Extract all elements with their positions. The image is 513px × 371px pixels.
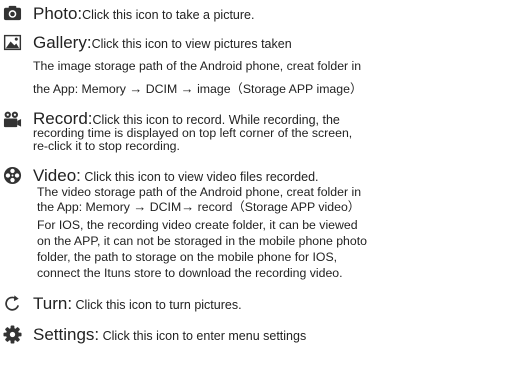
video-camera-icon [3, 110, 22, 129]
video-path-line: the App: Memory → DCIM→ record（Storage A… [37, 199, 361, 215]
arrow-icon: → [129, 81, 143, 96]
gallery-path-prefix: the App: Memory [33, 82, 126, 96]
video-detail-line: For IOS, the recording video create fold… [37, 218, 358, 232]
video-path-record: record（Storage APP video） [197, 200, 361, 214]
gallery-heading: Gallery:Click this icon to view pictures… [33, 34, 292, 53]
settings-heading: Settings: Click this icon to enter menu … [33, 326, 306, 345]
film-reel-icon [3, 166, 22, 185]
arrow-icon: → [180, 81, 194, 96]
video-detail-line: connect the Ituns store to download the … [37, 266, 343, 280]
turn-title: Turn: [33, 294, 73, 313]
record-detail-line: re-click it to stop recording. [33, 139, 180, 153]
gallery-path-image: image（Storage APP image） [197, 82, 363, 96]
arrow-icon: → [181, 199, 195, 214]
video-heading: Video: Click this icon to view video fil… [33, 167, 319, 186]
video-path-prefix: the App: Memory [37, 200, 130, 214]
gallery-path-dcim: DCIM [145, 82, 178, 96]
record-description: Click this icon to record. While recordi… [92, 113, 340, 127]
image-icon [3, 33, 22, 52]
photo-heading: Photo:Click this icon to take a picture. [33, 5, 254, 24]
video-path-dcim: DCIM [149, 200, 182, 214]
turn-heading: Turn: Click this icon to turn pictures. [33, 295, 242, 314]
video-detail-line: on the APP, it can not be storaged in th… [37, 234, 367, 248]
gallery-description: Click this icon to view pictures taken [91, 37, 292, 51]
arrow-icon: → [133, 199, 147, 214]
video-description: Click this icon to view video files reco… [80, 170, 319, 184]
settings-description: Click this icon to enter menu settings [99, 329, 307, 343]
photo-title: Photo: [33, 4, 83, 23]
instruction-page: Photo:Click this icon to take a picture.… [0, 0, 513, 371]
gear-icon [3, 325, 22, 344]
turn-description: Click this icon to turn pictures. [72, 298, 242, 312]
camera-icon [3, 4, 22, 23]
photo-description: Click this icon to take a picture. [82, 8, 255, 22]
settings-title: Settings: [33, 325, 100, 344]
video-detail-line: The video storage path of the Android ph… [37, 185, 362, 199]
gallery-detail-line: The image storage path of the Android ph… [33, 59, 362, 73]
gallery-title: Gallery: [33, 33, 92, 52]
video-title: Video: [33, 166, 81, 185]
record-detail-line: recording time is displayed on top left … [33, 126, 353, 140]
video-detail-line: folder, the path to storage on the mobil… [37, 250, 338, 264]
gallery-path-line: the App: Memory → DCIM → image（Storage A… [33, 81, 363, 97]
rotate-icon [3, 294, 22, 313]
